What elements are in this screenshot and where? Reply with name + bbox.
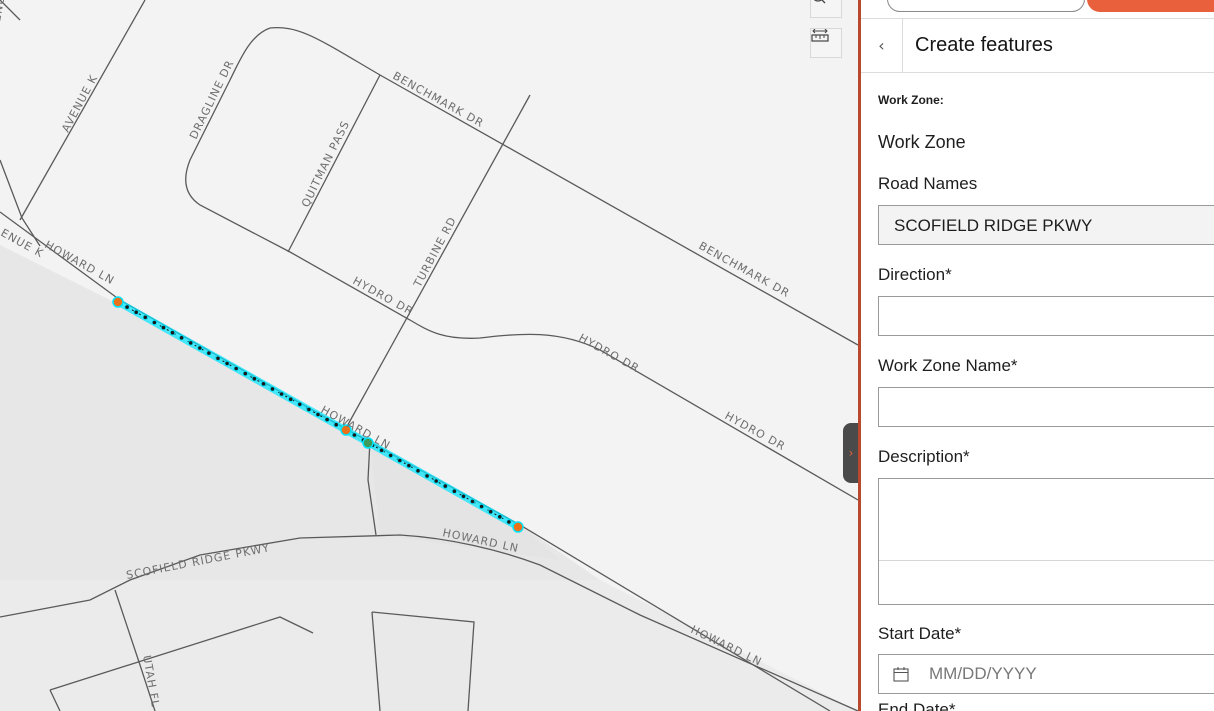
line-vertex[interactable] — [206, 350, 212, 356]
vertex-end[interactable] — [512, 521, 524, 533]
description-label: Description* — [878, 447, 970, 466]
line-vertex[interactable] — [451, 488, 457, 494]
label-turbine-rd: TURBINE RD — [411, 214, 460, 290]
line-vertex[interactable] — [388, 452, 394, 458]
top-toolbar-button-right[interactable] — [1087, 0, 1214, 12]
map-view[interactable]: ENUE AVENUE K DRAGLINE DR QUITMAN PASS B… — [0, 0, 858, 711]
back-button[interactable]: ‹ — [861, 19, 903, 72]
line-vertex[interactable] — [224, 360, 230, 366]
line-vertex[interactable] — [297, 401, 303, 407]
label-quitman-pass: QUITMAN PASS — [299, 118, 352, 209]
label-dragline-dr: DRAGLINE DR — [187, 58, 237, 142]
direction-field[interactable] — [878, 296, 1214, 336]
search-icon — [814, 0, 826, 4]
start-date-field[interactable]: MM/DD/YYYY — [878, 654, 1214, 694]
line-vertex[interactable] — [306, 406, 312, 412]
parcel-bottom — [370, 612, 474, 711]
road-names-label: Road Names — [878, 174, 978, 193]
line-vertex[interactable] — [242, 370, 248, 377]
panel-collapse-handle[interactable]: › — [843, 423, 859, 483]
line-vertex[interactable] — [497, 514, 503, 520]
line-vertex[interactable] — [179, 335, 185, 341]
line-vertex[interactable] — [133, 309, 139, 315]
vertex-start[interactable] — [112, 296, 124, 308]
work-zone-name-field[interactable] — [878, 387, 1214, 427]
direction-label: Direction* — [878, 265, 952, 284]
road-names-field[interactable]: SCOFIELD RIDGE PKWY — [878, 205, 1214, 245]
map-search-button[interactable] — [810, 0, 842, 18]
line-vertex[interactable] — [160, 324, 167, 331]
top-toolbar-button-left[interactable] — [887, 0, 1085, 12]
map-canvas[interactable]: ENUE AVENUE K DRAGLINE DR QUITMAN PASS B… — [0, 0, 858, 711]
line-vertex[interactable] — [506, 519, 512, 525]
line-vertex[interactable] — [151, 319, 157, 326]
description-footer-divider — [879, 560, 1214, 561]
panel-title: Create features — [915, 34, 1053, 56]
line-vertex[interactable] — [197, 345, 203, 351]
chevron-left-icon: ‹ — [878, 36, 885, 55]
label-benchmark-dr-2: BENCHMARK DR — [697, 239, 793, 300]
line-vertex[interactable] — [406, 462, 412, 469]
work-zone-name-label: Work Zone Name* — [878, 356, 1018, 375]
label-avenue-k: AVENUE K — [59, 72, 100, 134]
layer-name: Work Zone — [878, 132, 966, 152]
label-hydro-dr-3: HYDRO DR — [723, 409, 788, 453]
calendar-icon[interactable] — [893, 666, 909, 682]
line-vertex[interactable] — [415, 468, 421, 474]
line-vertex[interactable] — [433, 478, 439, 484]
line-vertex[interactable] — [442, 483, 448, 489]
line-vertex[interactable] — [215, 355, 221, 361]
map-measure-button[interactable] — [810, 28, 842, 58]
label-hydro-dr-2: HYDRO DR — [577, 331, 642, 375]
line-vertex[interactable] — [251, 376, 257, 382]
line-vertex[interactable] — [488, 509, 494, 515]
line-vertex[interactable] — [260, 381, 267, 387]
line-vertex[interactable] — [124, 304, 130, 310]
road-names-value: SCOFIELD RIDGE PKWY — [894, 216, 1093, 235]
line-vertex[interactable] — [278, 391, 285, 397]
end-date-label: End Date* — [878, 700, 956, 711]
line-vertex[interactable] — [142, 314, 148, 320]
line-vertex[interactable] — [188, 340, 194, 346]
label-avenue-partial: ENUE — [0, 0, 9, 23]
line-vertex[interactable] — [169, 330, 176, 336]
line-vertex[interactable] — [269, 386, 276, 392]
description-textarea[interactable]: ( — [878, 478, 1214, 605]
line-vertex[interactable] — [288, 396, 294, 402]
line-vertex[interactable] — [478, 503, 485, 510]
measure-icon — [811, 29, 829, 42]
start-date-placeholder: MM/DD/YYYY — [929, 664, 1037, 683]
line-vertex[interactable] — [397, 457, 403, 464]
panel-header: ‹ Create features — [861, 18, 1214, 73]
label-benchmark-dr-1: BENCHMARK DR — [391, 69, 487, 130]
line-vertex[interactable] — [233, 365, 239, 372]
line-vertex[interactable] — [424, 473, 430, 479]
start-date-label: Start Date* — [878, 624, 962, 643]
chevron-right-icon: › — [848, 446, 854, 460]
layer-label: Work Zone: — [878, 93, 944, 107]
label-hydro-dr-1: HYDRO DR — [351, 274, 416, 318]
line-vertex[interactable] — [460, 493, 467, 499]
create-features-panel: ‹ Create features Work Zone: Work Zone R… — [858, 0, 1214, 711]
line-vertex[interactable] — [469, 498, 476, 504]
